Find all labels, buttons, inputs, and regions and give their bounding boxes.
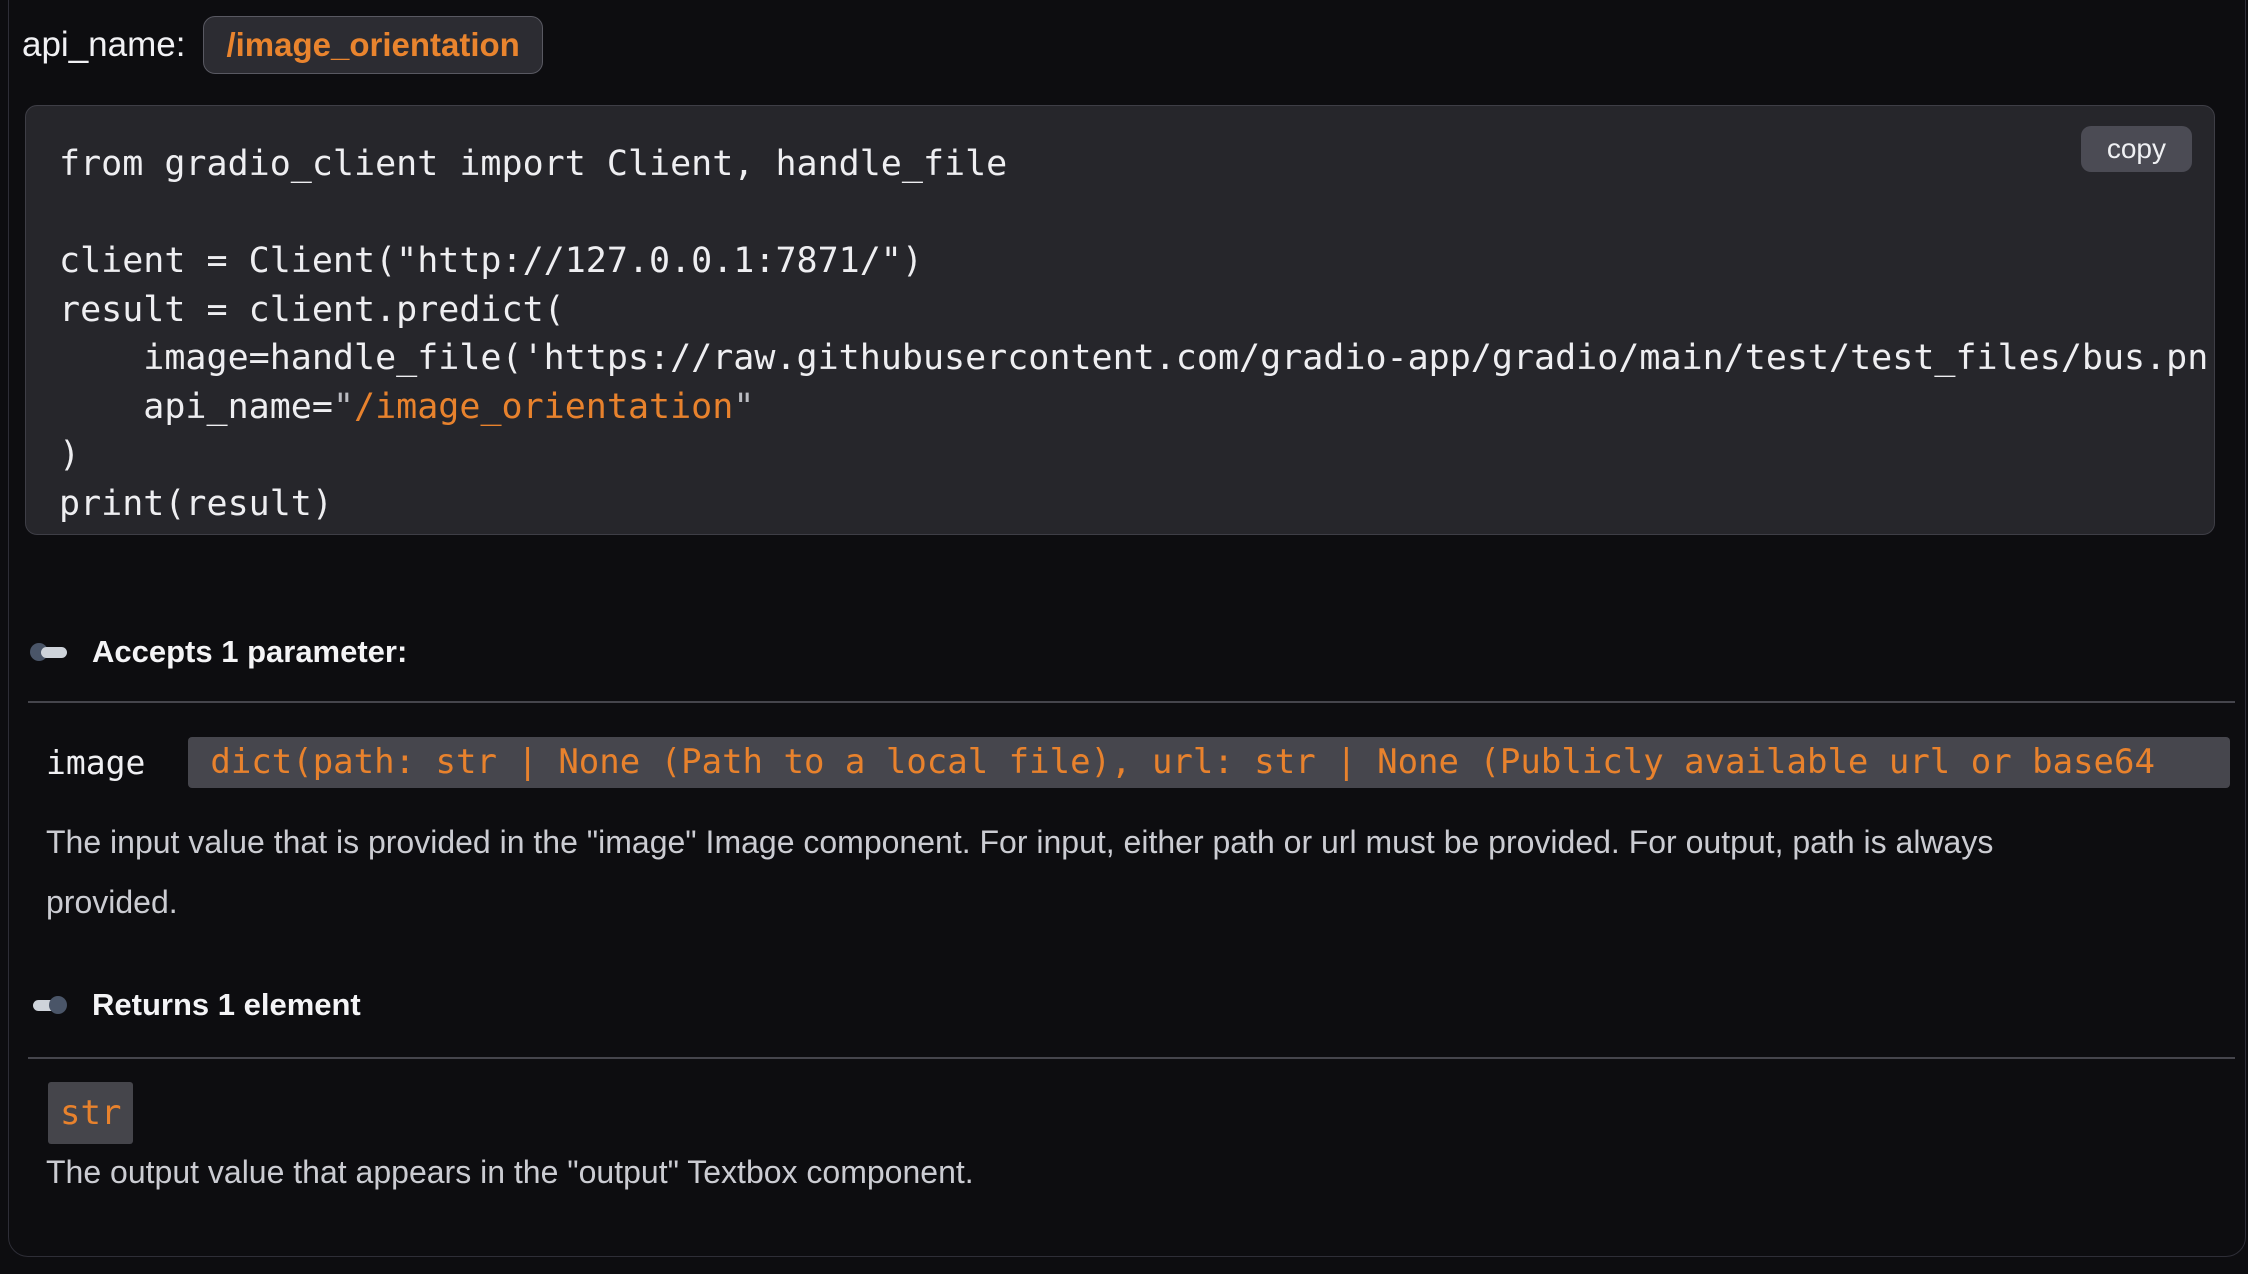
api-name-label: api_name: <box>22 25 185 65</box>
copy-button[interactable]: copy <box>2081 126 2192 172</box>
code-line: ) <box>59 431 2214 480</box>
code-block: copy from gradio_client import Client, h… <box>25 105 2215 535</box>
code-line: result = client.predict( <box>59 286 2214 335</box>
parameter-row: image dict(path: str | None (Path to a l… <box>46 737 2230 788</box>
code-line <box>59 189 2214 238</box>
return-type-badge: str <box>48 1082 133 1144</box>
accepts-heading: Accepts 1 parameter: <box>30 632 407 672</box>
returns-heading-label: Returns 1 element <box>92 987 361 1023</box>
returns-heading: Returns 1 element <box>30 985 361 1025</box>
api-name-string: /image_orientation <box>354 387 733 427</box>
divider <box>28 701 2235 703</box>
divider <box>28 1057 2235 1059</box>
parameter-description: The input value that is provided in the … <box>46 812 2046 932</box>
code-line: image=handle_file('https://raw.githubuse… <box>59 334 2214 383</box>
parameter-type-badge: dict(path: str | None (Path to a local f… <box>188 737 2230 788</box>
return-pill-icon <box>30 996 70 1014</box>
return-description: The output value that appears in the "ou… <box>46 1142 2146 1202</box>
code-snippet: from gradio_client import Client, handle… <box>26 106 2214 528</box>
accepts-heading-label: Accepts 1 parameter: <box>92 634 407 670</box>
code-line: from gradio_client import Client, handle… <box>59 140 2214 189</box>
api-name-badge: /image_orientation <box>203 16 542 74</box>
parameter-pill-icon <box>30 643 70 661</box>
api-name-row: api_name: /image_orientation <box>22 12 543 78</box>
code-line: print(result) <box>59 480 2214 529</box>
code-line: client = Client("http://127.0.0.1:7871/"… <box>59 237 2214 286</box>
code-line: api_name="/image_orientation" <box>59 383 2214 432</box>
parameter-name: image <box>46 743 145 782</box>
